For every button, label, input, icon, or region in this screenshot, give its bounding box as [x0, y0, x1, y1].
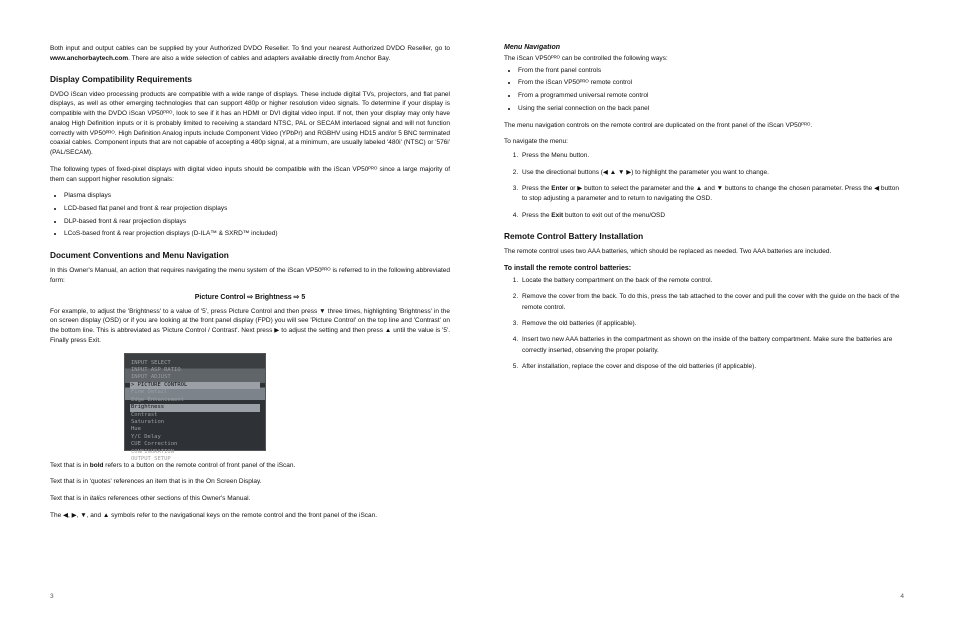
list-item: Plasma displays	[64, 191, 450, 202]
paragraph: Text that is in 'quotes' references an i…	[50, 477, 450, 487]
heading-display-compat: Display Compatibility Requirements	[50, 74, 450, 84]
page-number-right: 4	[900, 593, 904, 600]
subheading-install-batteries: To install the remote control batteries:	[504, 265, 904, 272]
navigate-menu-steps: Press the Menu button. Use the direction…	[504, 151, 904, 221]
list-item: From the iScan VP50ᴾᴿᴼ remote control	[518, 78, 904, 89]
paragraph: The ◀, ▶, ▼, and ▲ symbols refer to the …	[50, 511, 450, 521]
heading-menu-nav: Menu Navigation	[504, 44, 904, 51]
control-ways-list: From the front panel controls From the i…	[504, 66, 904, 115]
list-item: Press the Exit button to exit out of the…	[520, 211, 904, 221]
intro-paragraph: Both input and output cables can be supp…	[50, 44, 450, 64]
list-item: Locate the battery compartment on the ba…	[520, 276, 904, 286]
list-item: Press the Menu button.	[520, 151, 904, 161]
list-item: Press the Enter or ▶ button to select th…	[520, 184, 904, 205]
paragraph: Text that is in italics references other…	[50, 494, 450, 504]
list-item: Use the directional buttons (◀ ▲ ▼ ▶) to…	[520, 168, 904, 178]
list-item: Insert two new AAA batteries in the comp…	[520, 335, 904, 356]
right-column: Menu Navigation The iScan VP50ᴾᴿᴼ can be…	[504, 44, 904, 589]
page-columns: Both input and output cables can be supp…	[50, 44, 904, 589]
reseller-link: www.anchorbaytech.com	[50, 55, 128, 62]
list-item: Remove the old batteries (if applicable)…	[520, 319, 904, 329]
list-item: LCoS-based front & rear projection displ…	[64, 229, 450, 240]
list-item: Using the serial connection on the back …	[518, 104, 904, 115]
list-item: LCD-based flat panel and front & rear pr…	[64, 204, 450, 215]
paragraph: DVDO iScan video processing products are…	[50, 90, 450, 158]
paragraph: The menu navigation controls on the remo…	[504, 121, 904, 131]
paragraph: Text that is in bold refers to a button …	[50, 461, 450, 471]
paragraph: The iScan VP50ᴾᴿᴼ can be controlled the …	[504, 54, 904, 64]
paragraph: The following types of fixed-pixel displ…	[50, 165, 450, 185]
page-number-left: 3	[50, 593, 54, 600]
paragraph: In this Owner's Manual, an action that r…	[50, 266, 450, 286]
list-item: Remove the cover from the back. To do th…	[520, 292, 904, 313]
list-item: DLP-based front & rear projection displa…	[64, 217, 450, 228]
list-item: From the front panel controls	[518, 66, 904, 77]
list-item: After installation, replace the cover an…	[520, 362, 904, 372]
heading-battery: Remote Control Battery Installation	[504, 231, 904, 241]
text: . There are also a wide selection of cab…	[128, 55, 390, 62]
text: Both input and output cables can be supp…	[50, 45, 450, 52]
osd-screenshot: INPUT SELECTINPUT ASP RATIOINPUT ADJUST …	[124, 353, 266, 451]
battery-steps: Locate the battery compartment on the ba…	[504, 276, 904, 373]
paragraph: To navigate the menu:	[504, 137, 904, 147]
list-item: From a programmed universal remote contr…	[518, 91, 904, 102]
left-column: Both input and output cables can be supp…	[50, 44, 450, 589]
heading-conventions: Document Conventions and Menu Navigation	[50, 250, 450, 260]
paragraph: The remote control uses two AAA batterie…	[504, 247, 904, 257]
display-type-list: Plasma displays LCD-based flat panel and…	[50, 191, 450, 240]
paragraph: For example, to adjust the 'Brightness' …	[50, 307, 450, 346]
menu-path-example: Picture Control ⇨ Brightness ⇨ 5	[50, 293, 450, 301]
page-numbers: 3 4	[50, 593, 904, 600]
